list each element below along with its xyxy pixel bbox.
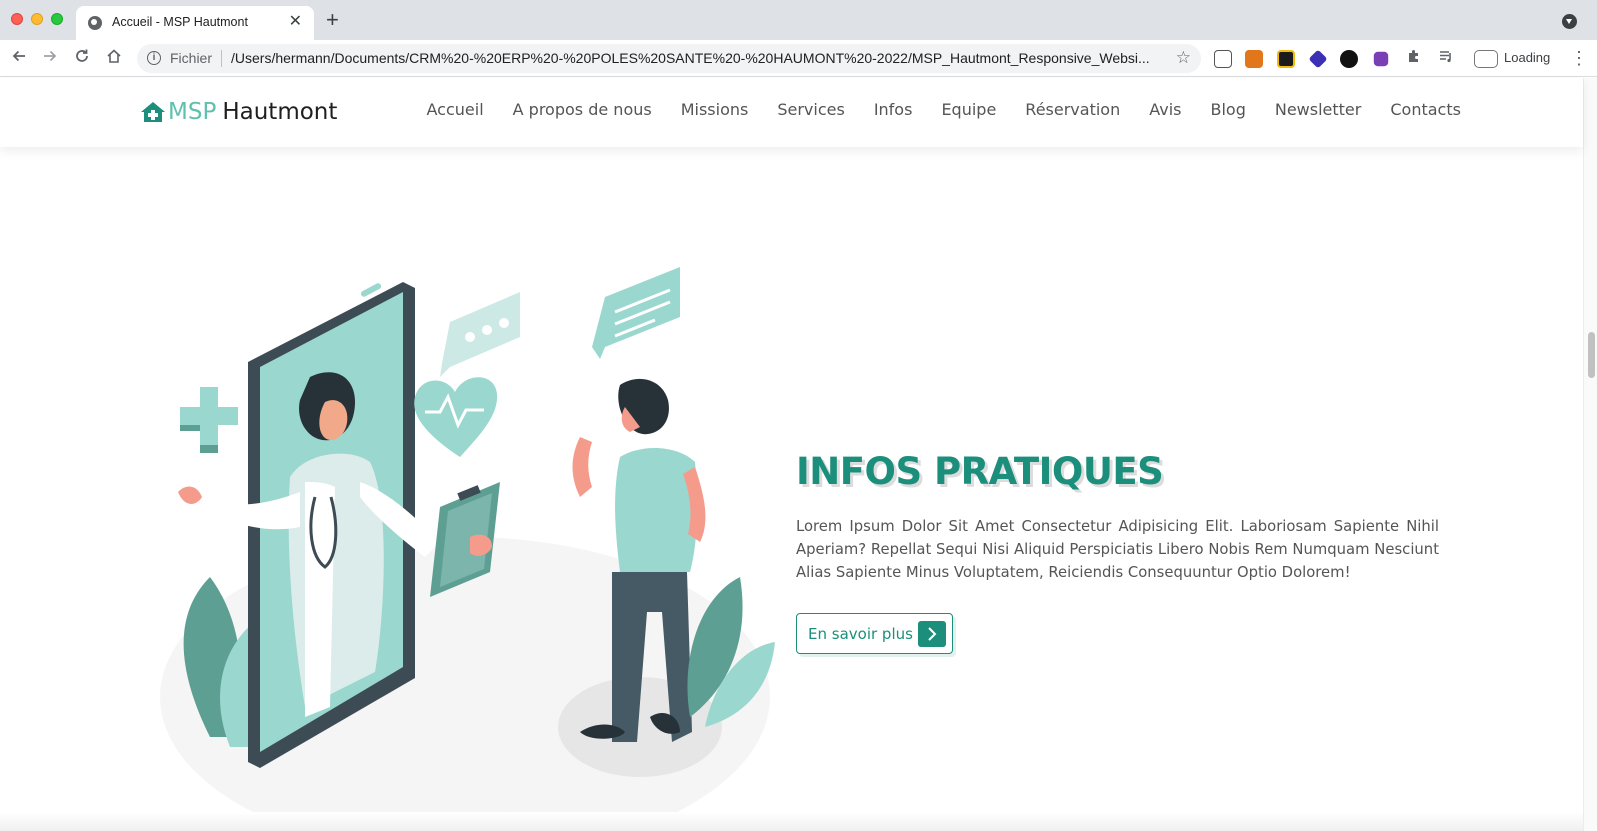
playlist-icon xyxy=(1440,51,1451,63)
metamask-extension-icon[interactable] xyxy=(1245,50,1263,68)
reload-button[interactable] xyxy=(70,46,94,70)
site-logo[interactable]: MSP Hautmont xyxy=(140,96,337,128)
nav-link-a-propos[interactable]: A propos de nous xyxy=(498,100,666,119)
nav-link-contacts[interactable]: Contacts xyxy=(1376,100,1476,119)
browser-menu-button[interactable]: ⋮ xyxy=(1570,46,1588,70)
window-minimize-button[interactable] xyxy=(31,13,43,25)
heart-monitor-icon xyxy=(414,377,498,457)
profile-avatar-icon[interactable] xyxy=(1474,50,1498,68)
learn-more-button[interactable]: En savoir plus xyxy=(796,613,953,654)
nav-link-avis[interactable]: Avis xyxy=(1135,100,1196,119)
logo-name-text: Hautmont xyxy=(222,99,338,125)
nav-link-blog[interactable]: Blog xyxy=(1196,100,1260,119)
infos-section: INFOS PRATIQUES Lorem Ipsum Dolor Sit Am… xyxy=(0,147,1583,831)
binance-extension-icon[interactable] xyxy=(1277,50,1295,68)
nav-link-newsletter[interactable]: Newsletter xyxy=(1260,100,1376,119)
page-scrollbar[interactable] xyxy=(1583,78,1597,831)
nav-link-missions[interactable]: Missions xyxy=(666,100,763,119)
address-separator xyxy=(221,50,222,67)
info-icon[interactable]: i xyxy=(147,51,161,65)
browser-tab-active[interactable]: Accueil - MSP Hautmont ✕ xyxy=(76,6,314,40)
telemedicine-illustration xyxy=(160,267,775,831)
new-tab-button[interactable]: + xyxy=(326,9,339,31)
tab-search-button[interactable] xyxy=(1562,14,1577,29)
plus-sign-icon xyxy=(180,387,238,453)
chat-bubble-lines-icon xyxy=(592,267,680,359)
scrollbar-thumb[interactable] xyxy=(1588,332,1595,378)
main-nav: Accueil A propos de nous Missions Servic… xyxy=(412,100,1475,119)
tab-title: Accueil - MSP Hautmont xyxy=(112,15,248,29)
section-title: INFOS PRATIQUES xyxy=(796,450,1164,493)
address-scheme-label: Fichier xyxy=(170,50,213,66)
nav-link-reservation[interactable]: Réservation xyxy=(1011,100,1135,119)
logo-msp-text: MSP xyxy=(168,99,217,125)
forward-arrow-icon xyxy=(44,50,57,62)
puzzle-icon xyxy=(1409,50,1418,62)
nav-link-services[interactable]: Services xyxy=(763,100,859,119)
house-plus-icon xyxy=(141,102,165,122)
reload-icon xyxy=(76,49,88,62)
page-bottom-edge xyxy=(0,812,1583,831)
chevron-right-icon xyxy=(918,621,946,647)
tab-close-button[interactable]: ✕ xyxy=(289,13,302,31)
nav-link-infos[interactable]: Infos xyxy=(859,100,927,119)
browser-toolbar: i Fichier /Users/hermann/Documents/CRM%2… xyxy=(0,40,1597,77)
s-extension-icon[interactable] xyxy=(1340,50,1358,68)
back-arrow-icon xyxy=(12,50,25,62)
star-icon[interactable]: ☆ xyxy=(1176,48,1191,68)
forward-button[interactable] xyxy=(38,46,62,70)
window-close-button[interactable] xyxy=(11,13,23,25)
shield-extension-icon[interactable] xyxy=(1373,51,1389,67)
home-button[interactable] xyxy=(102,46,126,70)
home-icon xyxy=(107,49,121,63)
browser-tab-strip: Accueil - MSP Hautmont ✕ + xyxy=(0,0,1597,40)
window-maximize-button[interactable] xyxy=(51,13,63,25)
chat-bubble-dots-icon xyxy=(440,292,520,377)
address-url[interactable]: /Users/hermann/Documents/CRM%20-%20ERP%2… xyxy=(231,50,1151,66)
nav-link-equipe[interactable]: Equipe xyxy=(927,100,1011,119)
status-text: Loading xyxy=(1504,50,1551,65)
extensions-button[interactable] xyxy=(1402,46,1426,70)
nav-link-accueil[interactable]: Accueil xyxy=(412,100,498,119)
learn-more-label: En savoir plus xyxy=(808,624,913,643)
media-controls-button[interactable] xyxy=(1434,46,1458,70)
back-button[interactable] xyxy=(7,46,31,70)
globe-icon xyxy=(88,16,102,30)
diamond-extension-icon[interactable] xyxy=(1308,49,1328,69)
address-bar[interactable]: i Fichier /Users/hermann/Documents/CRM%2… xyxy=(137,44,1201,73)
cube-extension-icon[interactable] xyxy=(1214,50,1232,68)
site-header: MSP Hautmont Accueil A propos de nous Mi… xyxy=(0,78,1583,147)
section-body: Lorem Ipsum Dolor Sit Amet Consectetur A… xyxy=(796,518,1439,581)
